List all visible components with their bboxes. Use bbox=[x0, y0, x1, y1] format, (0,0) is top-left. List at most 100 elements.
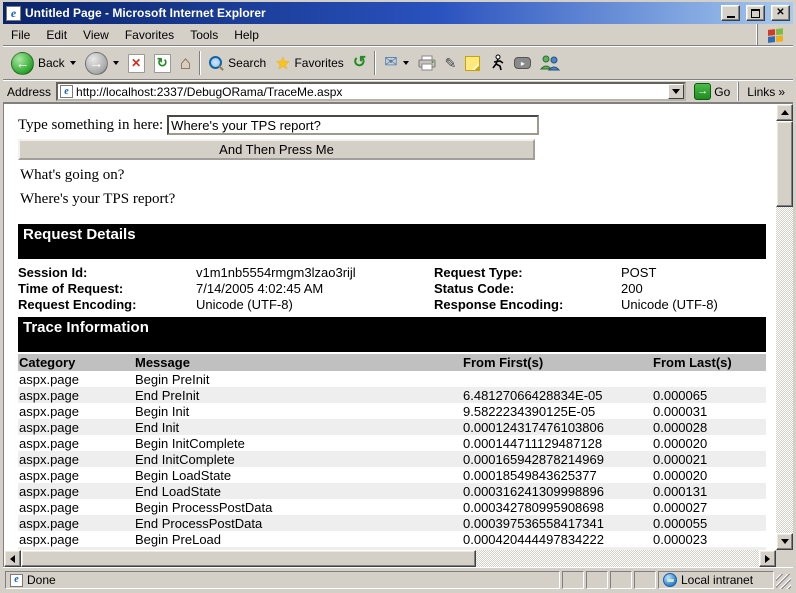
realcom-button[interactable]: ▸ bbox=[510, 48, 535, 78]
table-row: aspx.page End PreInit 6.48127066428834E-… bbox=[18, 387, 766, 403]
stop-button[interactable]: ✕ bbox=[124, 48, 149, 78]
chevron-down-icon bbox=[672, 89, 680, 94]
go-label: Go bbox=[714, 85, 730, 99]
status-text: Done bbox=[27, 573, 56, 587]
go-button[interactable]: → Go bbox=[691, 83, 733, 100]
scroll-up-button[interactable] bbox=[776, 104, 793, 121]
arrow-down-icon bbox=[781, 539, 789, 544]
mail-dropdown-icon[interactable] bbox=[403, 61, 409, 65]
back-dropdown-icon[interactable] bbox=[70, 61, 76, 65]
discuss-button[interactable] bbox=[461, 48, 484, 78]
go-icon: → bbox=[694, 83, 711, 100]
home-icon: ⌂ bbox=[180, 54, 191, 73]
address-dropdown-button[interactable] bbox=[668, 84, 684, 99]
cell-category: aspx.page bbox=[18, 387, 134, 403]
forward-icon: → bbox=[85, 52, 108, 75]
status-pane-empty bbox=[586, 571, 608, 589]
table-row: aspx.page Begin ProcessPostData 0.000342… bbox=[18, 499, 766, 515]
cell-from-first: 0.000165942878214969 bbox=[462, 451, 652, 467]
details-row: Time of Request: 7/14/2005 4:02:45 AM St… bbox=[18, 281, 766, 297]
text-input[interactable] bbox=[167, 115, 539, 135]
trace-table: Category Message From First(s) From Last… bbox=[18, 354, 766, 550]
cell-category: aspx.page bbox=[18, 371, 134, 387]
horizontal-scroll-thumb[interactable] bbox=[21, 550, 476, 567]
cell-message: End PreInit bbox=[134, 387, 462, 403]
minimize-button[interactable] bbox=[721, 5, 740, 21]
forward-button[interactable]: → bbox=[81, 48, 123, 78]
cell-message: Begin ProcessPostData bbox=[134, 499, 462, 515]
menu-help[interactable]: Help bbox=[226, 24, 267, 45]
press-me-button[interactable]: And Then Press Me bbox=[18, 139, 535, 160]
favorites-button[interactable]: ★ Favorites bbox=[271, 48, 348, 78]
search-button[interactable]: Search bbox=[205, 48, 270, 78]
scroll-right-button[interactable] bbox=[759, 550, 776, 567]
cell-category: aspx.page bbox=[18, 483, 134, 499]
mail-button[interactable]: ✉ bbox=[380, 48, 412, 78]
cell-category: aspx.page bbox=[18, 419, 134, 435]
msn-messenger-button[interactable] bbox=[536, 48, 564, 78]
home-button[interactable]: ⌂ bbox=[176, 48, 195, 78]
scroll-left-button[interactable] bbox=[4, 550, 21, 567]
scrollbar-corner bbox=[776, 550, 793, 567]
cell-from-first: 0.000342780995908698 bbox=[462, 499, 652, 515]
table-row: aspx.page Begin PreLoad 0.00042044449783… bbox=[18, 531, 766, 547]
cell-message: End LoadState bbox=[134, 483, 462, 499]
cell-from-last: 0.000028 bbox=[652, 419, 766, 435]
detail-label: Request Type: bbox=[434, 265, 621, 281]
horizontal-scrollbar[interactable] bbox=[4, 550, 776, 567]
arrow-right-icon bbox=[765, 555, 770, 563]
minimize-icon bbox=[727, 16, 735, 18]
edit-button[interactable]: ✎ bbox=[441, 48, 461, 78]
table-row: aspx.page End InitComplete 0.00016594287… bbox=[18, 451, 766, 467]
cell-message: Begin PreInit bbox=[134, 371, 462, 387]
messenger-launch-button[interactable] bbox=[485, 48, 509, 78]
ie-logo-icon: e bbox=[6, 6, 21, 21]
cell-from-last: 0.000020 bbox=[652, 435, 766, 451]
table-row: aspx.page Begin InitComplete 0.000144711… bbox=[18, 435, 766, 451]
form-label: Type something in here: bbox=[18, 117, 163, 134]
table-row: aspx.page End LoadState 0.00031624130999… bbox=[18, 483, 766, 499]
cell-message: End Init bbox=[134, 419, 462, 435]
details-row: Request Encoding: Unicode (UTF-8) Respon… bbox=[18, 297, 766, 313]
cell-from-last: 0.000055 bbox=[652, 515, 766, 531]
close-button[interactable]: ✕ bbox=[771, 5, 790, 21]
table-row: aspx.page Begin Init 9.5822234390125E-05… bbox=[18, 403, 766, 419]
cell-from-first: 6.48127066428834E-05 bbox=[462, 387, 652, 403]
trace-information-header: Trace Information bbox=[18, 317, 766, 352]
cell-category: aspx.page bbox=[18, 403, 134, 419]
cell-from-first: 0.000124317476103806 bbox=[462, 419, 652, 435]
notes-icon bbox=[465, 56, 480, 71]
vertical-scroll-thumb[interactable] bbox=[776, 121, 793, 207]
menu-favorites[interactable]: Favorites bbox=[117, 24, 182, 45]
refresh-button[interactable]: ↻ bbox=[150, 48, 175, 78]
search-label: Search bbox=[228, 56, 266, 70]
resize-grip[interactable] bbox=[776, 574, 791, 589]
form-row: Type something in here: bbox=[18, 114, 776, 136]
forward-dropdown-icon[interactable] bbox=[113, 61, 119, 65]
address-input[interactable]: http://localhost:2337/DebugORama/TraceMe… bbox=[76, 85, 665, 99]
menu-view[interactable]: View bbox=[75, 24, 117, 45]
menu-edit[interactable]: Edit bbox=[38, 24, 75, 45]
maximize-button[interactable] bbox=[746, 5, 765, 21]
col-category: Category bbox=[18, 354, 134, 371]
links-bar[interactable]: Links » bbox=[738, 82, 789, 101]
vertical-scrollbar[interactable] bbox=[776, 104, 793, 550]
favorites-icon: ★ bbox=[275, 55, 290, 72]
detail-value: 7/14/2005 4:02:45 AM bbox=[196, 281, 434, 297]
history-button[interactable]: ↺ bbox=[349, 48, 370, 78]
scroll-down-button[interactable] bbox=[776, 533, 793, 550]
detail-value: POST bbox=[621, 265, 766, 281]
arrow-up-icon bbox=[781, 110, 789, 115]
detail-value: v1m1nb5554rmgm3lzao3rijl bbox=[196, 265, 434, 281]
address-bar: Address e http://localhost:2337/DebugORa… bbox=[3, 80, 793, 103]
menu-tools[interactable]: Tools bbox=[182, 24, 226, 45]
table-header-row: Category Message From First(s) From Last… bbox=[18, 354, 766, 371]
print-button[interactable] bbox=[414, 48, 440, 78]
status-pane-empty bbox=[634, 571, 656, 589]
output-line-2: Where's your TPS report? bbox=[20, 190, 776, 208]
back-button[interactable]: ← Back bbox=[7, 48, 80, 78]
col-from-last: From Last(s) bbox=[652, 354, 766, 371]
cell-from-last: 0.000131 bbox=[652, 483, 766, 499]
window-title: Untitled Page - Microsoft Internet Explo… bbox=[25, 6, 715, 20]
menu-file[interactable]: File bbox=[3, 24, 38, 45]
